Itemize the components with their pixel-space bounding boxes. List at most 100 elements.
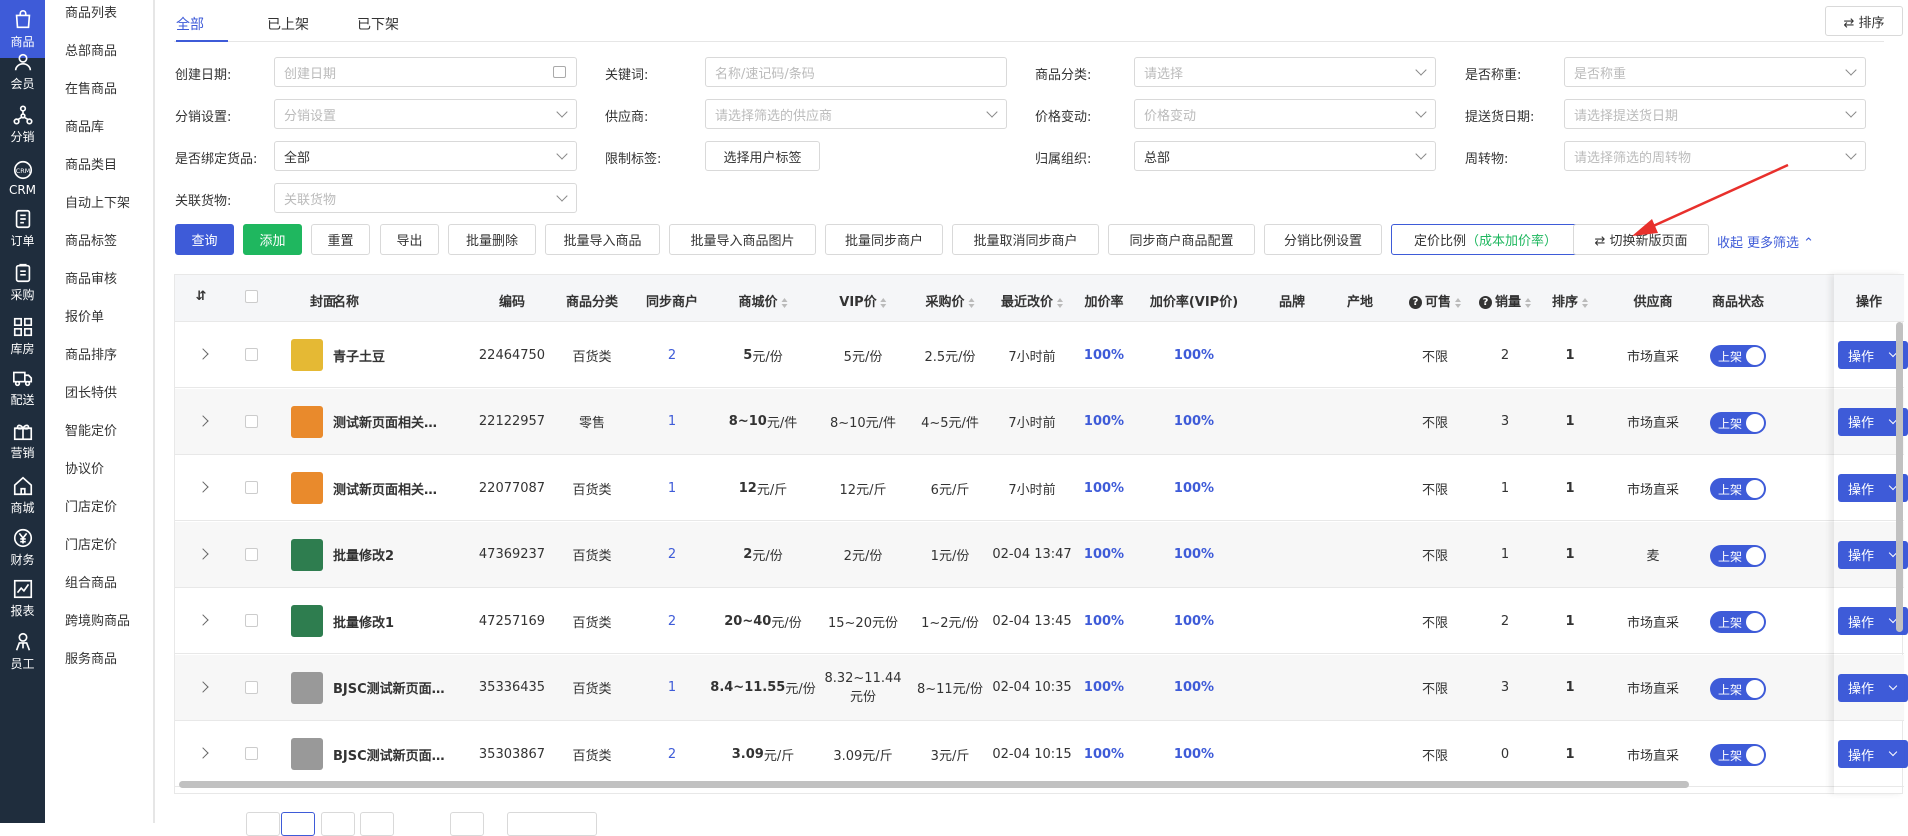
distribution-ratio-button[interactable]: 分销比例设置: [1264, 224, 1382, 255]
subnav-item[interactable]: 跨境购商品: [65, 610, 130, 629]
category-select[interactable]: 请选择: [1134, 57, 1436, 87]
sort-button[interactable]: ⇄ 排序: [1825, 6, 1903, 36]
row-checkbox[interactable]: [245, 414, 258, 428]
chevron-right-icon[interactable]: [197, 481, 209, 493]
product-name[interactable]: 测试新页面相关…: [333, 455, 437, 521]
rail-item-11[interactable]: 报表: [0, 569, 45, 627]
batch-cancel-sync-button[interactable]: 批量取消同步商户: [952, 224, 1099, 255]
sync-merchants-link[interactable]: 2: [668, 588, 676, 654]
rail-item-4[interactable]: 订单: [0, 199, 45, 257]
supplier-select[interactable]: 请选择筛选的供应商: [705, 99, 1007, 129]
rail-item-2[interactable]: 分销: [0, 95, 45, 153]
column-header[interactable]: ? 销量: [1478, 291, 1532, 310]
chevron-right-icon[interactable]: [197, 348, 209, 360]
horizontal-scrollbar[interactable]: [179, 781, 1689, 788]
row-checkbox[interactable]: [245, 481, 258, 494]
sync-merchants-link[interactable]: 2: [668, 322, 676, 388]
rail-item-12[interactable]: 员工: [0, 622, 45, 680]
product-name[interactable]: BJSC测试新页面…: [333, 655, 445, 721]
subnav-item[interactable]: 商品类目: [65, 154, 117, 173]
chevron-right-icon[interactable]: [197, 414, 209, 427]
rail-item-7[interactable]: 配送: [0, 358, 45, 416]
org-select[interactable]: 总部: [1134, 141, 1436, 171]
add-button[interactable]: 添加: [243, 224, 302, 255]
subnav-item[interactable]: 组合商品: [65, 572, 117, 591]
query-button[interactable]: 查询: [175, 224, 234, 255]
sort-icon[interactable]: [781, 297, 788, 308]
row-checkbox[interactable]: [245, 348, 258, 361]
sync-merchants-link[interactable]: 2: [668, 522, 676, 588]
subnav-item[interactable]: 团长特供: [65, 382, 117, 401]
row-checkbox[interactable]: [245, 680, 258, 694]
batch-import-images-button[interactable]: 批量导入商品图片: [669, 224, 816, 255]
row-checkbox[interactable]: [245, 614, 258, 627]
export-button[interactable]: 导出: [380, 224, 439, 255]
status-toggle[interactable]: 上架: [1710, 544, 1766, 567]
sort-icon[interactable]: [880, 297, 887, 308]
sort-icon[interactable]: [1582, 297, 1589, 308]
product-name[interactable]: 测试新页面相关…: [333, 389, 437, 455]
select-all-checkbox[interactable]: [245, 290, 258, 303]
price-change-select[interactable]: 价格变动: [1134, 99, 1436, 129]
column-header[interactable]: VIP价: [839, 291, 887, 310]
subnav-item[interactable]: 商品列表: [65, 2, 117, 21]
column-header[interactable]: 商城价: [738, 291, 788, 310]
product-name[interactable]: 青子土豆: [333, 322, 385, 388]
bind-goods-select[interactable]: 全部: [274, 141, 577, 171]
subnav-item[interactable]: 商品标签: [65, 230, 117, 249]
pricing-ratio-button[interactable]: 定价比例 （成本加价率）: [1391, 224, 1580, 255]
row-checkbox[interactable]: [245, 547, 258, 561]
status-toggle[interactable]: 上架: [1710, 345, 1766, 367]
pager-page[interactable]: [360, 812, 394, 836]
rail-item-6[interactable]: 库房: [0, 307, 45, 365]
subnav-item[interactable]: 总部商品: [65, 40, 117, 59]
sync-merchants-link[interactable]: 1: [668, 455, 676, 521]
sort-icon[interactable]: [1455, 297, 1462, 308]
sort-icon[interactable]: [968, 297, 975, 308]
tab-all[interactable]: 全部: [176, 14, 204, 34]
page-size-select[interactable]: [507, 812, 597, 836]
select-user-tag-button[interactable]: 选择用户标签: [705, 141, 820, 171]
subnav-item[interactable]: 商品库: [65, 116, 104, 135]
related-goods-select[interactable]: 关联货物: [274, 183, 577, 213]
reset-button[interactable]: 重置: [311, 224, 370, 255]
subnav-item[interactable]: 协议价: [65, 458, 104, 477]
rail-item-1[interactable]: 会员: [0, 42, 45, 100]
pager-prev[interactable]: [246, 812, 280, 836]
status-toggle[interactable]: 上架: [1710, 611, 1766, 633]
subnav-item[interactable]: 门店定价: [65, 496, 117, 515]
product-name[interactable]: BJSC测试新页面…: [333, 721, 445, 787]
weighing-select[interactable]: 是否称重: [1564, 57, 1866, 87]
batch-delete-button[interactable]: 批量删除: [448, 224, 536, 255]
pager-page[interactable]: [281, 812, 315, 836]
vertical-scrollbar[interactable]: [1896, 322, 1903, 632]
tab-on-shelf[interactable]: 已上架: [267, 14, 309, 34]
chevron-right-icon[interactable]: [197, 747, 209, 759]
rail-item-9[interactable]: 商城: [0, 466, 45, 524]
distribution-select[interactable]: 分销设置: [274, 99, 577, 129]
pager-page[interactable]: [321, 812, 355, 836]
pager-next[interactable]: [450, 812, 484, 836]
column-header[interactable]: 最近改价: [1001, 291, 1064, 310]
column-header[interactable]: 采购价: [925, 291, 975, 310]
subnav-item[interactable]: 商品审核: [65, 268, 117, 287]
create-date-input[interactable]: 创建日期: [274, 57, 577, 87]
product-name[interactable]: 批量修改1: [333, 588, 394, 654]
batch-import-button[interactable]: 批量导入商品: [545, 224, 660, 255]
column-settings-icon[interactable]: ⇵: [196, 289, 207, 304]
subnav-item[interactable]: 自动上下架: [65, 192, 130, 211]
chevron-right-icon[interactable]: [197, 547, 209, 560]
sync-merchants-link[interactable]: 2: [668, 721, 676, 787]
status-toggle[interactable]: 上架: [1710, 478, 1766, 500]
rail-item-10[interactable]: 财务: [0, 518, 45, 576]
row-checkbox[interactable]: [245, 747, 258, 760]
sync-merchants-link[interactable]: 1: [668, 655, 676, 721]
tab-off-shelf[interactable]: 已下架: [357, 14, 399, 34]
subnav-item[interactable]: 服务商品: [65, 648, 117, 667]
column-header[interactable]: ? 可售: [1408, 291, 1462, 310]
chevron-right-icon[interactable]: [197, 680, 209, 693]
batch-sync-button[interactable]: 批量同步商户: [825, 224, 943, 255]
status-toggle[interactable]: 上架: [1710, 677, 1766, 700]
subnav-item[interactable]: 商品排序: [65, 344, 117, 363]
status-toggle[interactable]: 上架: [1710, 744, 1766, 766]
